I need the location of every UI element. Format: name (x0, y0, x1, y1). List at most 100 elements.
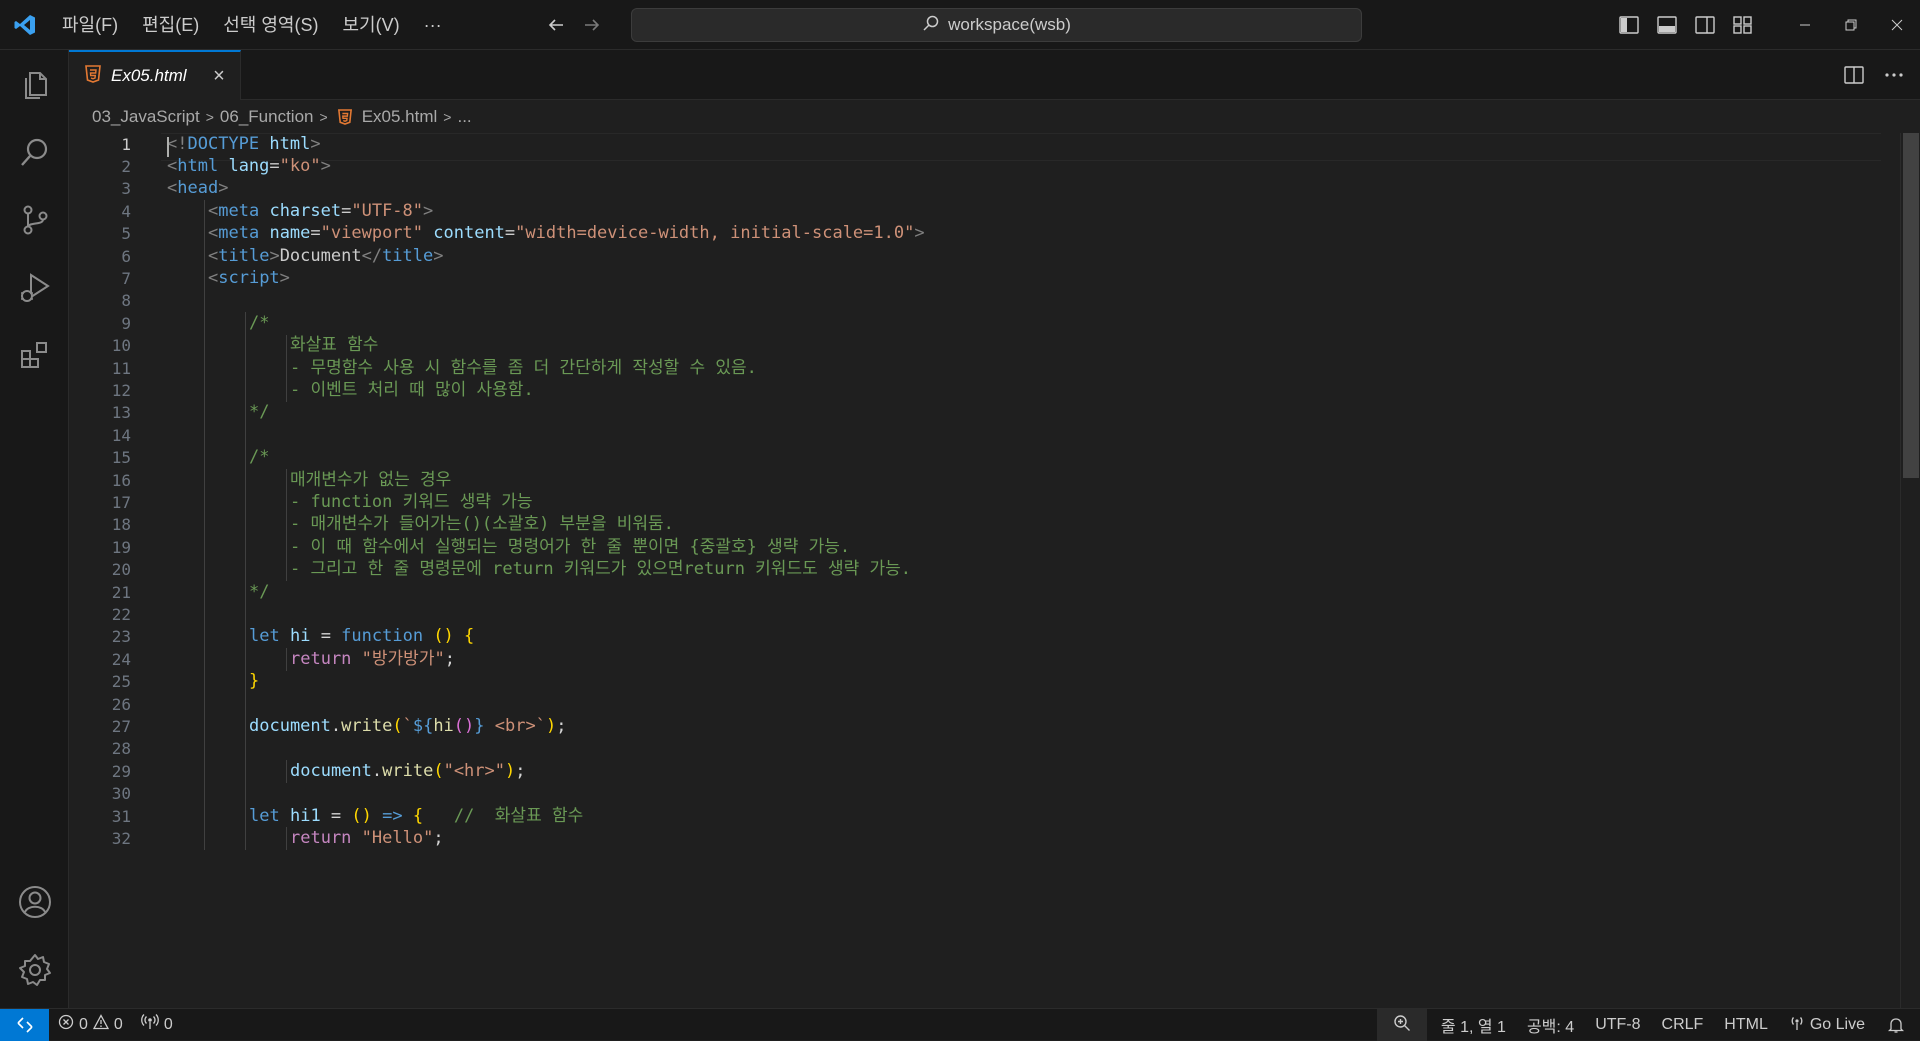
code-line[interactable]: - 그리고 한 줄 명령문에 return 키워드가 있으면return 키워드… (290, 556, 911, 584)
code-token: ${ (412, 715, 434, 736)
back-arrow-icon[interactable] (538, 7, 574, 43)
breadcrumb-folder-function[interactable]: 06_Function (220, 107, 314, 127)
code-line[interactable]: return "방가방가"; (290, 646, 455, 674)
tab-ex05-html[interactable]: Ex05.html × (69, 50, 241, 100)
code-token: < (208, 200, 219, 221)
code-line[interactable]: */ (249, 399, 269, 427)
code-token: { (412, 805, 424, 826)
indentation-setting[interactable]: 공백: 4 (1518, 1009, 1586, 1041)
menu-edit[interactable]: 편집(E) (130, 0, 211, 50)
code-line[interactable]: */ (249, 579, 269, 607)
code-token: > (310, 133, 321, 154)
code-token: let (249, 626, 280, 647)
run-and-debug-icon[interactable] (0, 254, 69, 322)
explorer-icon[interactable] (0, 50, 69, 118)
go-live-button[interactable]: Go Live (1780, 1009, 1879, 1041)
code-line[interactable]: /* (249, 444, 269, 472)
code-token: - 이 때 함수에서 실행되는 명령어가 한 줄 뿐이면 {중괄호} 생략 가능… (290, 536, 851, 557)
code-token: meta (218, 223, 260, 244)
code-token: = (310, 626, 342, 647)
code-line[interactable]: document.write("<hr>"); (290, 758, 526, 786)
ports-indicator[interactable]: 0 (132, 1009, 182, 1041)
code-token: "ko" (279, 155, 321, 176)
accounts-icon[interactable] (0, 868, 69, 936)
indent-guide (286, 469, 287, 581)
current-line-highlight (161, 133, 1881, 161)
language-mode[interactable]: HTML (1715, 1009, 1780, 1041)
cursor-position[interactable]: 줄 1, 열 1 (1427, 1009, 1518, 1041)
close-window-icon[interactable] (1874, 0, 1920, 50)
zoom-indicator[interactable] (1376, 1009, 1427, 1041)
breadcrumb-folder-javascript[interactable]: 03_JavaScript (92, 107, 200, 127)
code-line[interactable]: <script> (208, 265, 290, 293)
chevron-right-icon: > (205, 109, 214, 125)
vertical-scrollbar[interactable] (1900, 133, 1920, 1008)
toggle-primary-sidebar-icon[interactable] (1610, 0, 1648, 50)
code-token: > (279, 267, 290, 288)
code-token: "방가방가" (361, 648, 445, 669)
code-token: <br>` (484, 715, 546, 736)
indent-guide (245, 312, 246, 850)
code-editor[interactable]: 1 2 3 4 5 6 7 8 9 10 11 12 13 14 15 16 17 18 19 20 21 22 23 24 2… (69, 133, 1920, 1008)
chevron-right-icon: > (443, 109, 452, 125)
eol-setting[interactable]: CRLF (1653, 1009, 1716, 1041)
code-line[interactable]: return "Hello"; (290, 825, 444, 853)
forward-arrow-icon[interactable] (574, 7, 610, 43)
code-line[interactable]: } (249, 668, 259, 696)
code-line[interactable]: /* (249, 310, 269, 338)
notifications-bell-icon[interactable] (1879, 1009, 1920, 1041)
encoding-setting[interactable]: UTF-8 (1586, 1009, 1652, 1041)
split-editor-icon[interactable] (1838, 59, 1870, 91)
code-token: = (341, 200, 352, 221)
code-line[interactable]: document.write(`${hi()} <br>`); (249, 713, 566, 741)
status-bar: 0 0 0 줄 1, 열 1 공백: 4 UTF-8 CRLF HTML Go … (0, 1008, 1920, 1041)
code-token: - 그리고 한 줄 명령문에 return 키워드가 있으면return 키워드… (290, 559, 911, 580)
indent-guide (286, 760, 287, 783)
code-line[interactable]: - 이벤트 처리 때 많이 사용함. (290, 377, 534, 405)
menu-more[interactable]: ··· (412, 0, 454, 50)
extensions-icon[interactable] (0, 322, 69, 390)
close-tab-icon[interactable]: × (208, 65, 230, 87)
minimize-icon[interactable] (1782, 0, 1828, 50)
code-token: ` (402, 715, 413, 736)
breadcrumb-symbol[interactable]: ... (457, 107, 471, 127)
code-token: > (269, 245, 280, 266)
code-token: document (290, 760, 372, 781)
remote-indicator-icon[interactable] (0, 1008, 49, 1041)
code-token: ( (392, 715, 403, 736)
customize-layout-icon[interactable] (1724, 0, 1762, 50)
restore-icon[interactable] (1828, 0, 1874, 50)
breadcrumb-file[interactable]: Ex05.html (362, 107, 438, 127)
code-token: > (218, 178, 229, 199)
code-token: => (382, 805, 403, 826)
html-file-icon (85, 64, 101, 88)
code-token: = (269, 155, 280, 176)
navigation-arrows (538, 7, 610, 43)
code-token: () (433, 626, 454, 647)
code-token: < (208, 267, 219, 288)
toggle-panel-icon[interactable] (1648, 0, 1686, 50)
menu-file[interactable]: 파일(F) (50, 0, 130, 50)
code-token: { (464, 626, 475, 647)
source-control-icon[interactable] (0, 186, 69, 254)
settings-gear-icon[interactable] (0, 936, 69, 1004)
menu-selection[interactable]: 선택 영역(S) (211, 0, 330, 50)
problems-indicator[interactable]: 0 0 (49, 1009, 132, 1041)
code-token: () (351, 805, 372, 826)
code-token: = (504, 223, 516, 244)
editor-actions (1838, 50, 1910, 100)
code-token: title (382, 245, 434, 266)
code-token: > (433, 245, 444, 266)
search-view-icon[interactable] (0, 118, 69, 186)
more-actions-icon[interactable] (1878, 59, 1910, 91)
scrollbar-thumb[interactable] (1903, 133, 1919, 478)
command-center-search[interactable]: workspace(wsb) (631, 8, 1362, 42)
toggle-secondary-sidebar-icon[interactable] (1686, 0, 1724, 50)
indent-guide (286, 334, 287, 402)
menu-view[interactable]: 보기(V) (330, 0, 411, 50)
broadcast-icon (1789, 1015, 1805, 1036)
